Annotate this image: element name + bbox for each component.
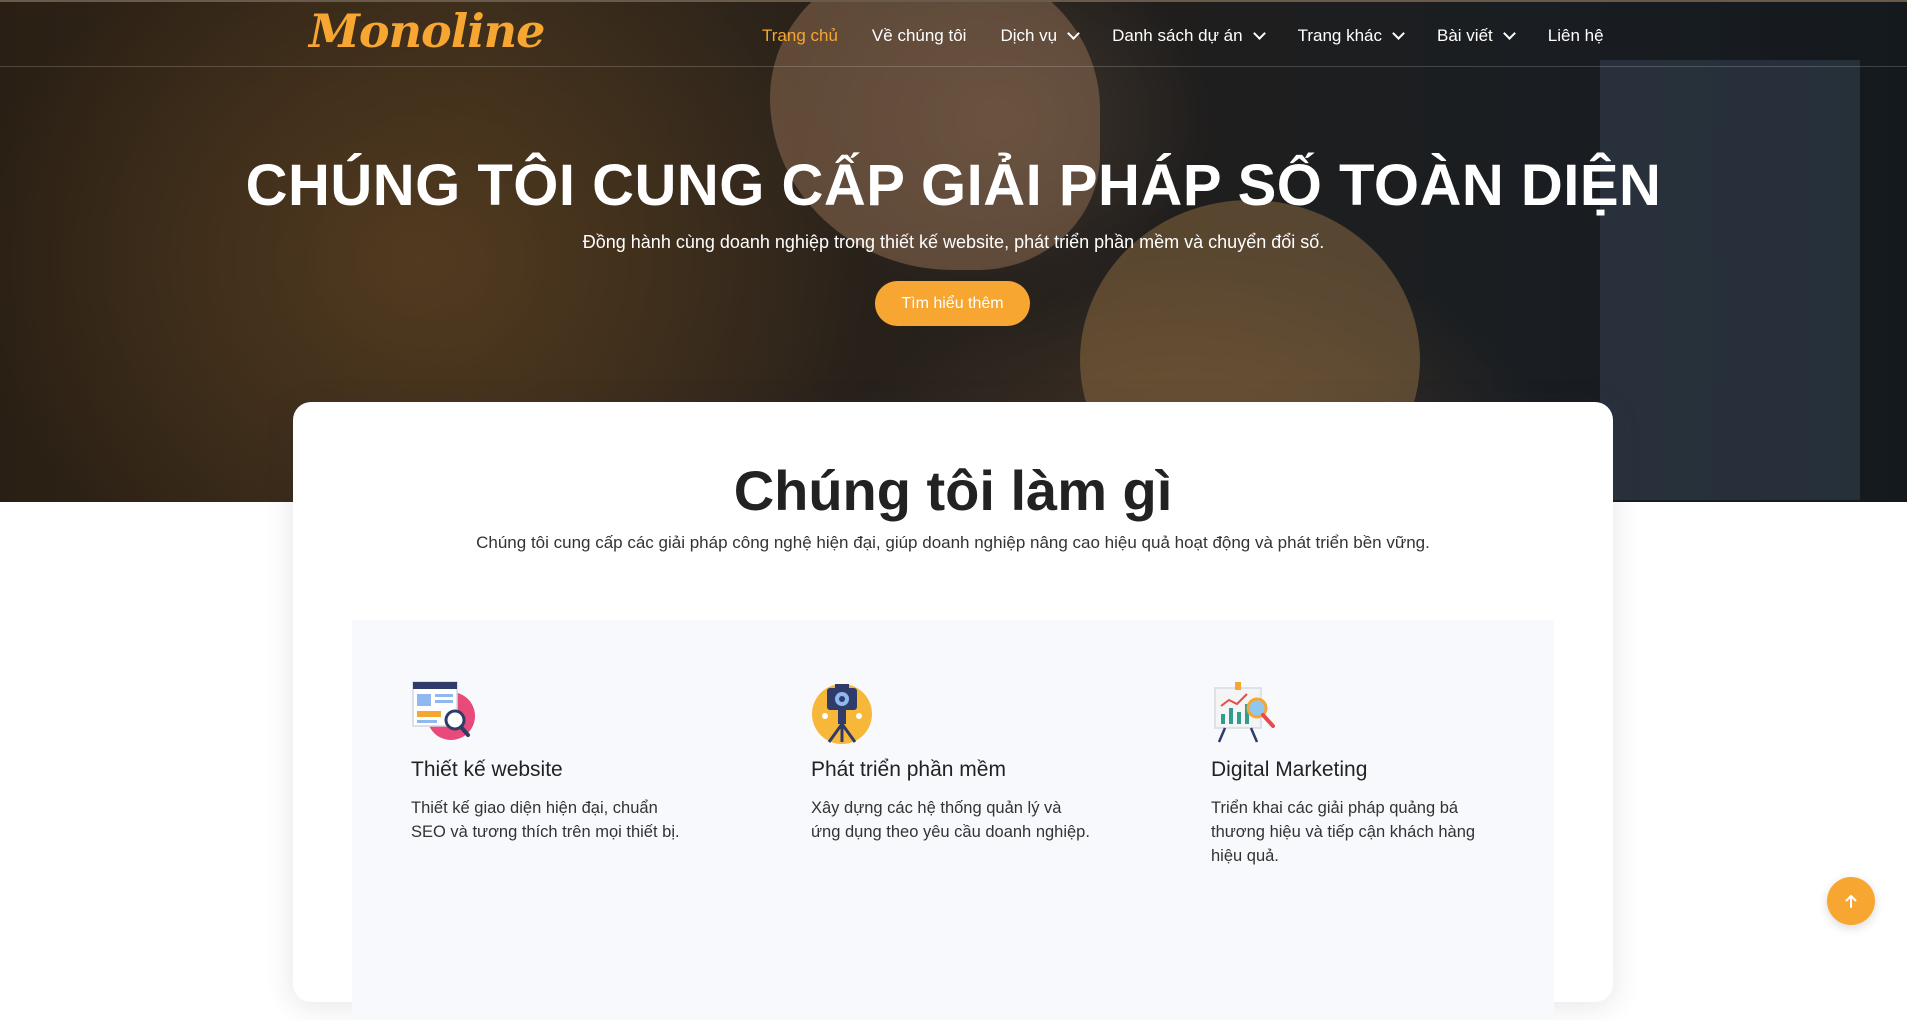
- nav-item-label: Trang chủ: [762, 26, 838, 45]
- chevron-down-icon: [1502, 27, 1516, 40]
- service-title: Digital Marketing: [1211, 758, 1368, 781]
- chevron-down-icon: [1067, 27, 1080, 40]
- software-dev-icon: [811, 680, 877, 746]
- nav-item-label: Về chúng tôi: [871, 26, 967, 45]
- service-item-web-design[interactable]: Thiết kế website Thiết kế giao diện hiện…: [411, 680, 701, 844]
- hero-title: CHÚNG TÔI CUNG CẤP GIẢI PHÁP SỐ TOÀN DIỆ…: [245, 153, 1662, 218]
- service-description: Triển khai các giải pháp quảng bá thương…: [1211, 799, 1476, 865]
- nav-item-projects[interactable]: Danh sách dự án: [1112, 26, 1266, 46]
- service-item-digital-marketing[interactable]: Digital Marketing Triển khai các giải ph…: [1211, 680, 1501, 868]
- services-panel: Thiết kế website Thiết kế giao diện hiện…: [352, 620, 1554, 1020]
- service-item-software-dev[interactable]: Phát triển phần mềm Xây dựng các hệ thốn…: [811, 680, 1101, 844]
- service-title: Thiết kế website: [411, 758, 563, 781]
- nav-item-label: Liên hệ: [1547, 26, 1604, 45]
- hero-subtitle: Đồng hành cùng doanh nghiệp trong thiết …: [582, 232, 1325, 252]
- top-navbar: Monoline Trang chủ Về chúng tôi Dịch vụ …: [0, 0, 1907, 67]
- arrow-up-icon: [1845, 895, 1857, 908]
- nav-item-services[interactable]: Dịch vụ: [1000, 26, 1080, 46]
- web-design-icon: [411, 680, 477, 746]
- chevron-down-icon: [1252, 27, 1266, 40]
- nav-item-home[interactable]: Trang chủ: [762, 26, 838, 46]
- chevron-down-icon: [1392, 27, 1405, 40]
- nav-item-blog[interactable]: Bài viết: [1437, 26, 1516, 46]
- services-card: Chúng tôi làm gì Chúng tôi cung cấp các …: [293, 402, 1613, 1020]
- nav-item-label: Dịch vụ: [1000, 26, 1058, 45]
- nav-item-about[interactable]: Về chúng tôi: [872, 26, 967, 46]
- learn-more-button[interactable]: Tìm hiểu thêm: [875, 281, 1030, 326]
- main-nav: Trang chủ Về chúng tôi Dịch vụ Danh sách…: [762, 22, 1604, 50]
- section-subtitle: Chúng tôi cung cấp các giải pháp công ng…: [476, 533, 1430, 552]
- nav-item-contact[interactable]: Liên hệ: [1548, 26, 1604, 46]
- service-description: Thiết kế giao diện hiện đại, chuẩn SEO v…: [411, 799, 680, 841]
- nav-item-label: Trang khác: [1297, 26, 1383, 45]
- site-logo[interactable]: Monoline: [309, 4, 545, 58]
- section-title: Chúng tôi làm gì: [733, 459, 1173, 522]
- service-title: Phát triển phần mềm: [811, 758, 1006, 781]
- nav-item-label: Danh sách dự án: [1112, 26, 1243, 45]
- nav-item-other-pages[interactable]: Trang khác: [1297, 26, 1405, 46]
- hero-background-shape: [1600, 60, 1860, 500]
- back-to-top-button[interactable]: [1827, 877, 1875, 925]
- nav-item-label: Bài viết: [1437, 26, 1493, 45]
- marketing-chart-icon: [1211, 680, 1277, 746]
- service-description: Xây dựng các hệ thống quản lý và ứng dụn…: [811, 799, 1090, 841]
